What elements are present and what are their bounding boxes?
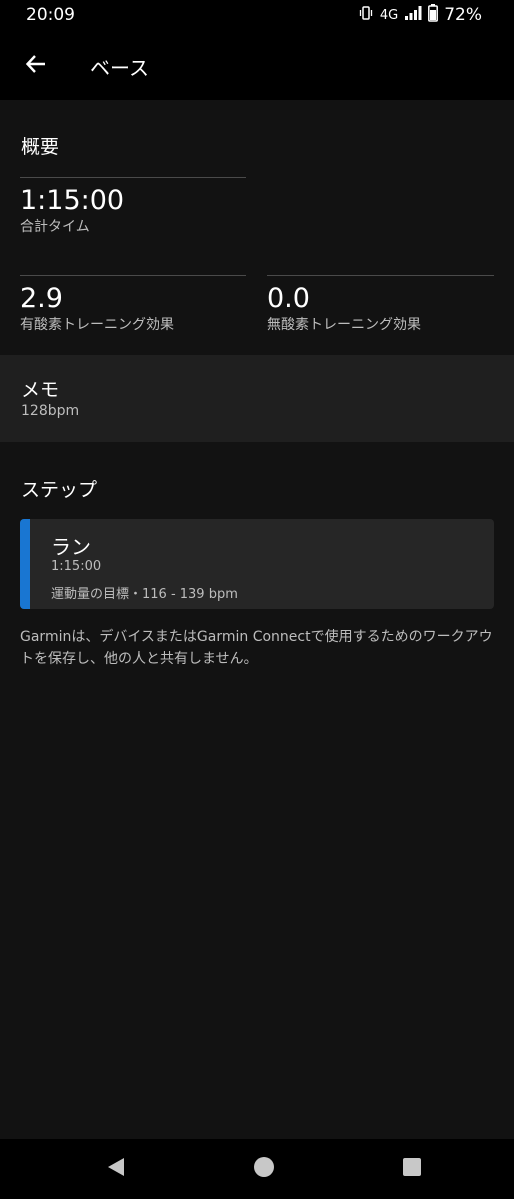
stat-anaerobic: 0.0 無酸素トレーニング効果	[267, 275, 494, 334]
privacy-disclaimer: Garminは、デバイスまたはGarmin Connectで使用するためのワーク…	[20, 629, 493, 667]
divider	[20, 275, 246, 276]
stat-label: 合計タイム	[20, 219, 90, 235]
memo-title: メモ	[21, 379, 60, 401]
arrow-left-icon	[24, 52, 48, 80]
stat-value: 1:15:00	[20, 185, 125, 216]
triangle-back-icon	[106, 1157, 126, 1181]
memo-value: 128bpm	[21, 403, 80, 419]
stat-value: 0.0	[267, 283, 310, 314]
step-name: ラン	[51, 535, 91, 559]
vibrate-icon	[358, 5, 374, 25]
app-header: ベース	[0, 32, 514, 100]
network-type: 4G	[379, 7, 399, 23]
divider	[267, 275, 494, 276]
memo-section[interactable]: メモ 128bpm	[0, 355, 514, 442]
nav-recents-button[interactable]	[400, 1157, 424, 1181]
summary-title: 概要	[21, 136, 60, 158]
back-button[interactable]	[20, 50, 52, 82]
step-accent-bar	[20, 519, 30, 609]
square-recents-icon	[402, 1157, 422, 1181]
battery-percent: 72%	[444, 5, 482, 25]
stat-aerobic: 2.9 有酸素トレーニング効果	[20, 275, 246, 334]
stat-label: 有酸素トレーニング効果	[20, 317, 174, 333]
step-target: 運動量の目標・116 - 139 bpm	[51, 587, 238, 602]
circle-home-icon	[253, 1156, 275, 1182]
status-icons: 4G 72%	[358, 4, 482, 26]
stat-total-time: 1:15:00 合計タイム	[20, 177, 246, 236]
stat-label: 無酸素トレーニング効果	[267, 317, 421, 333]
signal-icon	[404, 5, 422, 25]
page-title: ベース	[90, 56, 149, 80]
nav-home-button[interactable]	[252, 1157, 276, 1181]
nav-back-button[interactable]	[104, 1157, 128, 1181]
status-time: 20:09	[26, 5, 75, 25]
battery-icon	[428, 4, 439, 26]
step-duration: 1:15:00	[51, 559, 102, 574]
system-nav-bar	[0, 1139, 514, 1199]
status-bar: 20:09 4G 72%	[0, 0, 514, 32]
divider	[20, 177, 246, 178]
step-card[interactable]: ラン 1:15:00 運動量の目標・116 - 139 bpm	[20, 519, 494, 609]
stat-value: 2.9	[20, 283, 63, 314]
steps-title: ステップ	[21, 479, 98, 501]
